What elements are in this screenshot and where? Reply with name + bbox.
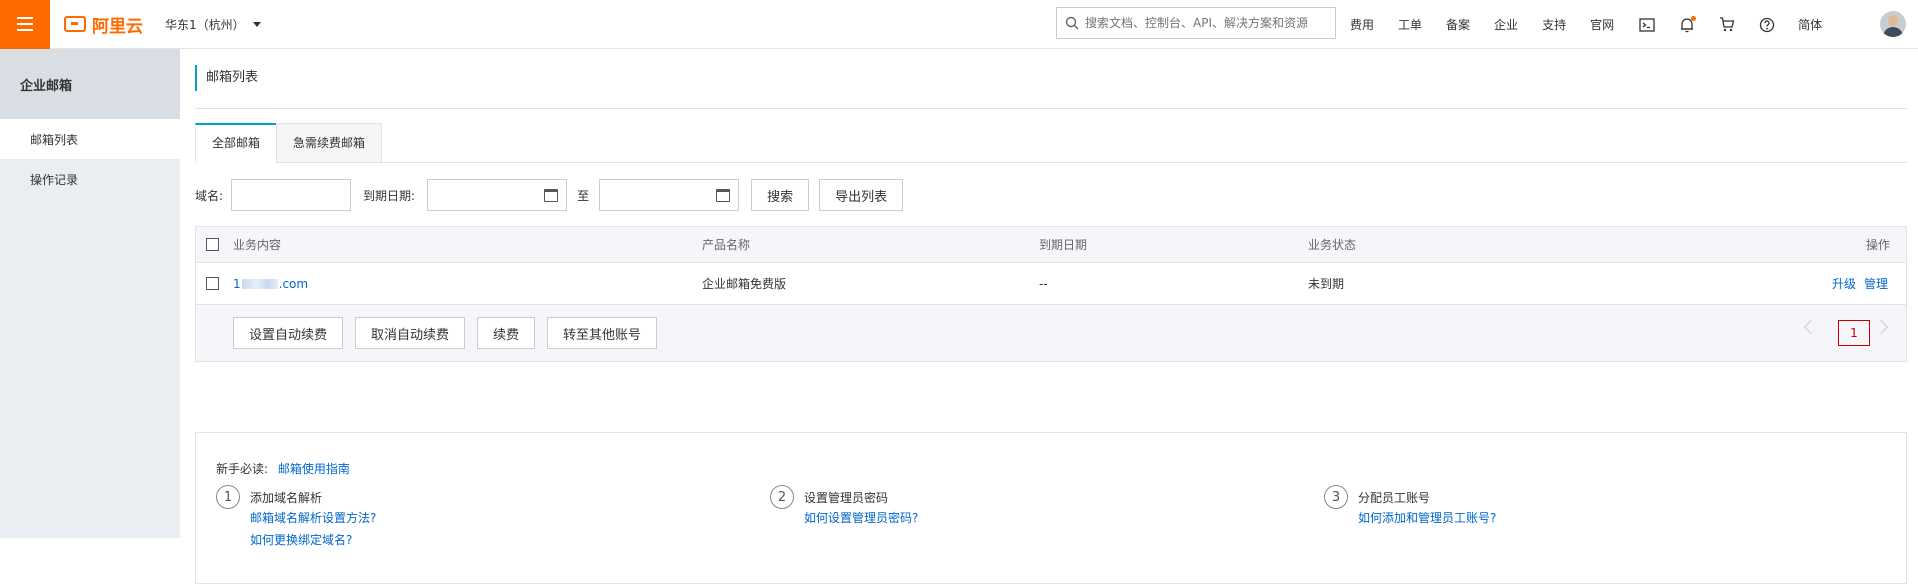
language-switch[interactable]: 简体 [1798,16,1822,33]
manage-link[interactable]: 管理 [1864,275,1888,292]
guide-link[interactable]: 邮箱使用指南 [278,462,350,476]
logo-text: 阿里云 [92,16,143,37]
step-link[interactable]: 如何添加和管理员工账号? [1358,509,1496,526]
bell-icon[interactable] [1678,15,1697,34]
tab-all-mailboxes[interactable]: 全部邮箱 [195,123,278,163]
aliyun-logo-icon [64,16,86,32]
step-number: 3 [1324,485,1348,509]
page-number[interactable]: 1 [1838,320,1870,346]
nav-support[interactable]: 支持 [1542,16,1566,33]
col-actions: 操作 [1865,238,1890,252]
renew-button[interactable]: 续费 [477,317,536,349]
aliyun-logo[interactable]: 阿里云 [64,12,143,37]
terminal-icon[interactable] [1638,16,1656,34]
help-icon[interactable] [1758,16,1776,34]
caret-down-icon [252,21,261,27]
upgrade-link[interactable]: 升级 [1832,275,1856,292]
date-to-input[interactable] [599,179,740,211]
region-selector[interactable]: 华东1（杭州） [165,16,261,33]
tab-bar: 全部邮箱 急需续费邮箱 [195,123,1907,163]
sidebar-title: 企业邮箱 [0,49,180,119]
step-link[interactable]: 如何设置管理员密码? [804,509,918,526]
domain-link[interactable]: 1 .com [233,277,308,291]
export-list-button[interactable]: 导出列表 [819,179,904,211]
search-icon [1065,16,1079,30]
notification-dot [1691,15,1697,21]
col-business-content: 业务内容 [233,238,282,252]
step-number: 2 [770,485,794,509]
sidebar: 企业邮箱 邮箱列表 操作记录 [0,49,180,538]
col-expiry-date: 到期日期 [1039,238,1088,252]
transfer-account-button[interactable]: 转至其他账号 [547,317,658,349]
status: 未到期 [1308,277,1345,291]
region-label: 华东1（杭州） [165,17,245,32]
search-input[interactable] [1085,16,1335,30]
date-to-label: 至 [577,188,590,203]
col-product-name: 产品名称 [702,238,751,252]
nav-enterprise[interactable]: 企业 [1494,16,1518,33]
expiry-date-label: 到期日期: [363,188,416,203]
nav-icp[interactable]: 备案 [1446,16,1470,33]
table-row: 1 .com 企业邮箱免费版 -- 未到期 升级 管理 [196,263,1906,305]
sidebar-item-operation-log[interactable]: 操作记录 [0,159,180,199]
search-button[interactable]: 搜索 [751,179,810,211]
step-number: 1 [216,485,240,509]
table-header: 业务内容 产品名称 到期日期 业务状态 操作 [196,227,1906,263]
expiry-date: -- [1039,276,1048,291]
date-from-input[interactable] [427,179,568,211]
top-nav: 费用 工单 备案 企业 支持 官网 简体 [1350,0,1846,49]
domain-prefix: 1 [233,276,241,291]
nav-ticket[interactable]: 工单 [1398,16,1422,33]
guide-header: 新手必读: 邮箱使用指南 [216,460,350,477]
calendar-icon[interactable] [544,189,559,202]
step-link[interactable]: 如何更换绑定域名? [250,531,352,548]
avatar-body [1883,27,1903,37]
mailbox-table: 业务内容 产品名称 到期日期 业务状态 操作 1 .com 企业邮箱免费版 -- … [195,226,1907,362]
row-checkbox[interactable] [206,277,219,290]
page-title: 邮箱列表 [195,65,258,91]
top-bar: 阿里云 华东1（杭州） 费用 工单 备案 企业 支持 官网 简体 [0,0,1918,49]
product-name: 企业邮箱免费版 [702,277,787,291]
calendar-icon[interactable] [716,189,731,202]
col-status: 业务状态 [1308,238,1357,252]
select-all-checkbox[interactable] [206,238,219,251]
beginner-guide: 新手必读: 邮箱使用指南 1 添加域名解析 邮箱域名解析设置方法? 如何更换绑定… [195,432,1907,584]
avatar[interactable] [1880,11,1906,37]
redacted-text [241,279,278,289]
tab-urgent-renewal[interactable]: 急需续费邮箱 [276,123,383,163]
chevron-right-icon[interactable] [1873,319,1889,335]
chevron-left-icon[interactable] [1803,319,1819,335]
avatar-head [1888,15,1898,26]
domain-suffix: .com [278,276,309,291]
step-title: 添加域名解析 [250,491,323,505]
table-footer: 设置自动续费 取消自动续费 续费 转至其他账号 1 [196,305,1906,361]
nav-website[interactable]: 官网 [1590,16,1614,33]
nav-billing[interactable]: 费用 [1350,16,1374,33]
domain-input[interactable] [231,179,352,211]
step-title: 分配员工账号 [1358,491,1431,505]
step-title: 设置管理员密码 [804,491,889,505]
title-divider [195,108,1907,109]
step-link[interactable]: 邮箱域名解析设置方法? [250,509,376,526]
guide-head-label: 新手必读: [216,462,269,476]
menu-icon[interactable] [0,0,50,49]
sidebar-item-mailbox-list[interactable]: 邮箱列表 [0,119,180,159]
set-auto-renew-button[interactable]: 设置自动续费 [233,317,344,349]
cancel-auto-renew-button[interactable]: 取消自动续费 [355,317,466,349]
filter-bar: 域名: 到期日期: 至 搜索 导出列表 [195,179,904,211]
domain-label: 域名: [195,188,224,203]
cart-icon[interactable] [1718,16,1736,34]
global-search[interactable] [1056,7,1336,39]
